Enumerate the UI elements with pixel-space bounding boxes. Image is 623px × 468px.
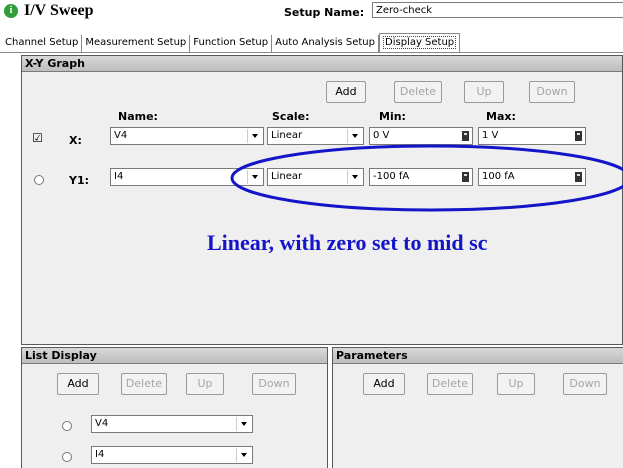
list-item-select[interactable]: V4 (91, 415, 253, 433)
param-add-button[interactable]: Add (363, 373, 405, 395)
param-delete-button[interactable]: Delete (427, 373, 473, 395)
list-display-title: List Display (22, 348, 327, 364)
chevron-down-icon (236, 448, 251, 462)
chevron-down-icon (236, 417, 251, 431)
list-item-value: I4 (95, 449, 105, 460)
list-item-select[interactable]: I4 (91, 446, 253, 464)
list-add-button[interactable]: Add (57, 373, 99, 395)
list-item-radio[interactable] (62, 452, 72, 462)
list-item-value: V4 (95, 418, 109, 429)
param-down-button[interactable]: Down (563, 373, 607, 395)
list-up-button[interactable]: Up (186, 373, 224, 395)
highlight-ellipse-shape (230, 144, 623, 212)
list-display-panel: List Display Add Delete Up Down V4 I4 (21, 347, 328, 468)
parameters-title: Parameters (333, 348, 623, 364)
param-up-button[interactable]: Up (497, 373, 535, 395)
parameters-panel: Parameters Add Delete Up Down (332, 347, 623, 468)
list-delete-button[interactable]: Delete (121, 373, 167, 395)
list-down-button[interactable]: Down (252, 373, 296, 395)
list-item-radio[interactable] (62, 421, 72, 431)
annotation-text: Linear, with zero set to mid sc (207, 230, 488, 255)
